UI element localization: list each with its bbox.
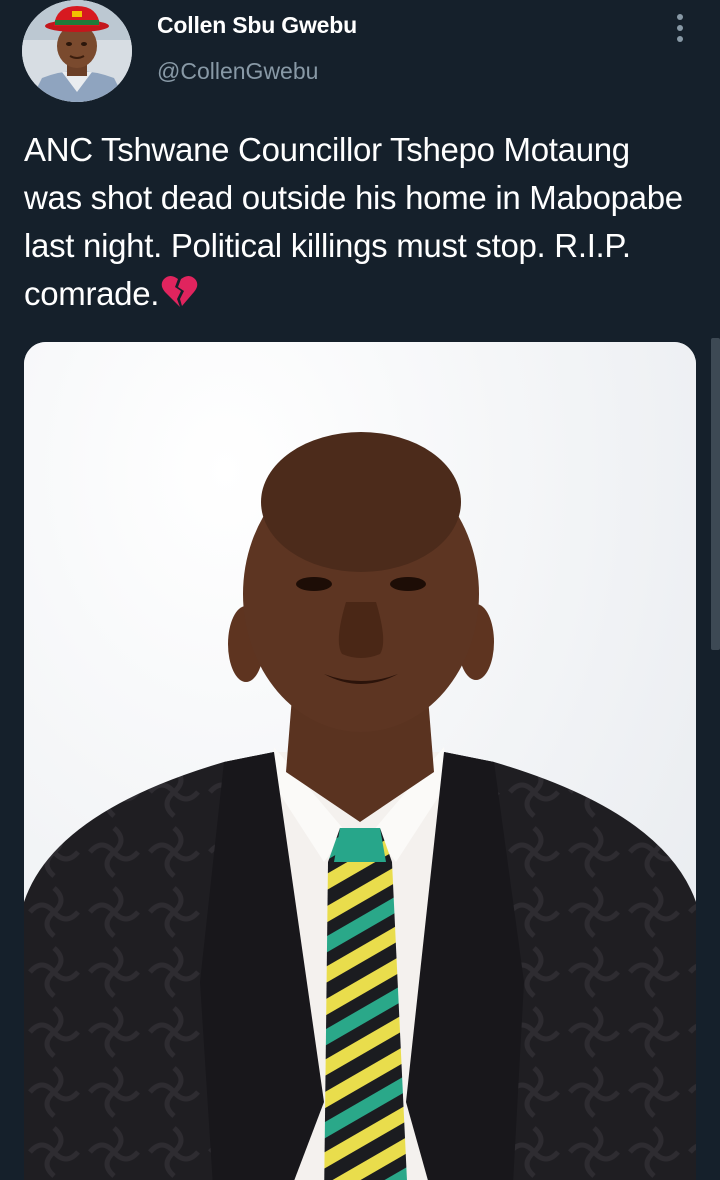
tweet-text-container: ANC Tshwane Councillor Tshepo Motaung wa… bbox=[24, 126, 684, 322]
portrait-photo-icon bbox=[24, 342, 696, 1180]
tweet-screen: Collen Sbu Gwebu @CollenGwebu ANC Tshwan… bbox=[0, 0, 720, 1180]
tweet-text: ANC Tshwane Councillor Tshepo Motaung wa… bbox=[24, 131, 683, 312]
author-display-name[interactable]: Collen Sbu Gwebu bbox=[157, 12, 357, 39]
scrollbar[interactable] bbox=[711, 338, 720, 650]
author-handle[interactable]: @CollenGwebu bbox=[157, 58, 318, 85]
more-dot-icon bbox=[677, 14, 683, 20]
more-dot-icon bbox=[677, 25, 683, 31]
tweet-media-image[interactable] bbox=[24, 342, 696, 1180]
more-dot-icon bbox=[677, 36, 683, 42]
more-options-button[interactable] bbox=[664, 8, 696, 48]
avatar[interactable] bbox=[22, 0, 132, 102]
broken-heart-icon bbox=[161, 274, 199, 322]
profile-photo-icon bbox=[22, 0, 132, 102]
